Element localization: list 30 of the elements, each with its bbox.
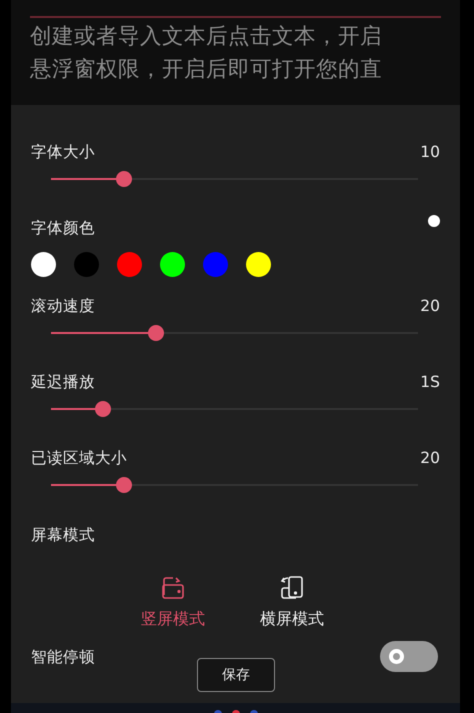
setting-label: 延迟播放 [31,372,95,393]
setting-label: 字体大小 [31,142,95,163]
mode-tab[interactable]: 横屏模式 [260,575,324,631]
color-swatch[interactable] [31,252,56,277]
slider-thumb[interactable] [116,171,132,187]
color-swatch[interactable] [117,252,142,277]
setting-value: 1S [420,372,440,393]
setting-label: 滚动速度 [31,296,95,317]
setting-label: 已读区域大小 [31,448,127,469]
slider-thumb[interactable] [116,477,132,493]
setting-label: 屏幕模式 [31,526,95,544]
color-swatch[interactable] [160,252,185,277]
background-text: 悬浮窗权限，开启后即可打开您的直 [30,56,382,84]
setting-value: 10 [420,142,440,163]
portrait-rotate-icon [160,575,186,601]
setting-label: 智能停顿 [31,646,95,668]
page-indicator-icon [214,710,258,713]
setting-value: 20 [420,448,440,469]
landscape-rotate-icon [279,575,305,601]
toggle-switch[interactable] [380,641,438,672]
setting-label: 字体颜色 [31,218,95,239]
setting-value: 20 [420,296,440,317]
slider-thumb[interactable] [148,325,164,341]
color-swatch[interactable] [203,252,228,277]
slider-thumb[interactable] [95,401,112,417]
save-button[interactable]: 保存 [197,658,275,692]
background-text: 创建或者导入文本后点击文本，开启 [30,23,382,51]
color-swatch[interactable] [246,252,271,277]
mode-tab[interactable]: 竖屏模式 [141,575,205,631]
color-swatch[interactable] [74,252,99,277]
